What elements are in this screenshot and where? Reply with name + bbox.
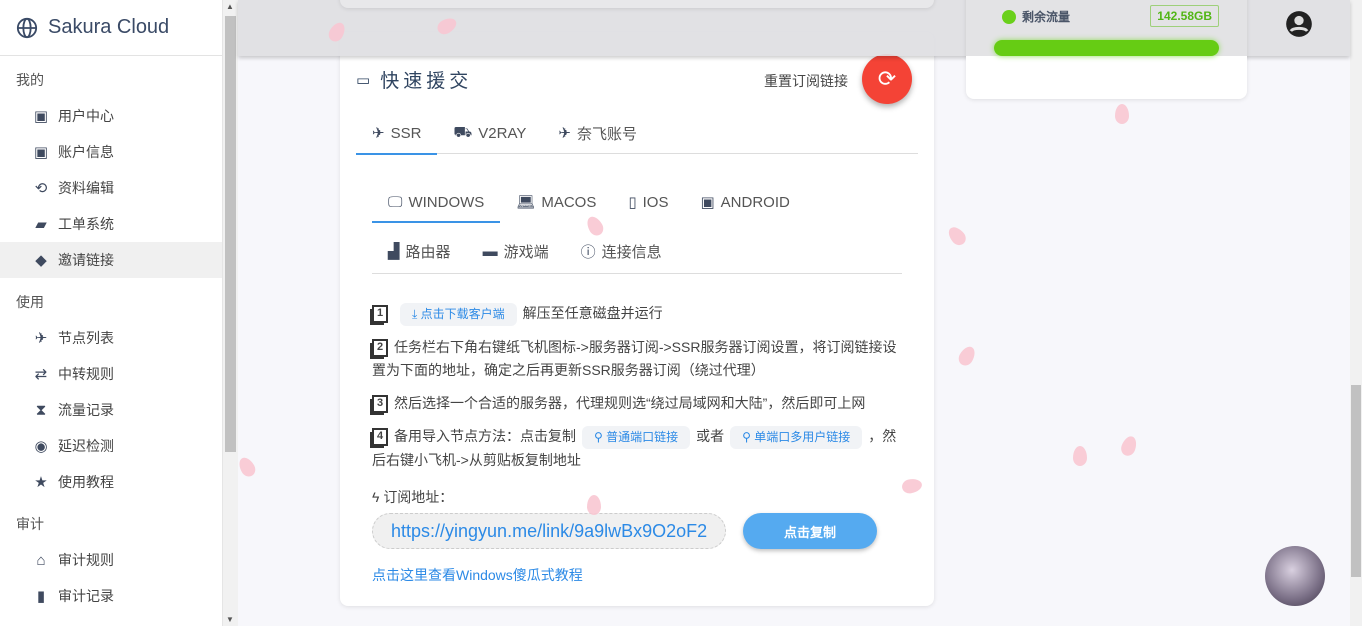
subscription-url-field[interactable]: https://yingyun.me/link/9a9lwBx9O2oF2 [372,513,726,549]
avatar[interactable] [1265,546,1325,606]
traffic-progress [994,40,1219,56]
sidebar-item-label: 使用教程 [58,474,114,490]
sidebar-item[interactable]: ⧗ 流量记录 [0,392,222,428]
wallet-icon: ▣ [33,108,49,125]
card-title: ▭ 快速援交 [356,71,473,92]
tag-icon: ◆ [35,252,47,269]
gamepad-icon: ▬ [482,242,498,260]
petal-decoration [945,223,969,249]
sidebar-item[interactable]: ⌂ 审计规则 [0,542,222,578]
info-icon: ⓘ [580,243,596,261]
reset-subscription-button[interactable]: ⟳ [862,54,912,104]
quick-start-card: ▭ 快速援交 重置订阅链接 ⟳ ✈ SSR ⛟ V2RAY ✈ 奈飞账号 🖵 WINDOW… [340,32,934,606]
sidebar-item[interactable]: ★ 使用教程 [0,464,222,500]
tab-windows[interactable]: 🖵 WINDOWS [372,182,501,223]
traffic-label: 剩余流量 [1022,10,1071,24]
step-1: 1 ⤓ 点击下载客户端 解压至任意磁盘并运行 [372,302,902,326]
forum-icon: ▰ [35,216,47,233]
sidebar-section-title: 使用 [16,294,44,310]
tab-netflix[interactable]: ✈ 奈飞账号 [542,112,653,154]
sidebar-item-label: 工单系统 [58,216,114,232]
traffic-card: 剩余流量 142.58GB [966,0,1247,99]
sidebar-section-title: 我的 [16,72,44,88]
sidebar-item[interactable]: ⟲ 资料编辑 [0,170,222,206]
copy-single-port-link-button[interactable]: ⚲ 单端口多用户链接 [730,426,863,449]
airplane-icon: ✈ [372,125,385,142]
tab-macos[interactable]: 💻︎ MACOS [500,182,612,222]
phone-icon: ▯ [628,194,637,211]
hourglass-icon: ⧗ [35,401,47,419]
tab-router[interactable]: ▟ 路由器 [372,230,467,272]
eye-icon: ◉ [34,438,48,455]
sidebar-item-label: 审计规则 [58,552,114,568]
star-icon: ★ [34,474,48,491]
sidebar-item[interactable]: ◉ 延迟检测 [0,428,222,464]
sidebar-item-label: 流量记录 [58,402,114,418]
petal-decoration [1073,446,1087,466]
flight-takeoff-icon: ✈ [558,125,571,142]
account-box-icon: ▣ [33,144,49,161]
brand[interactable]: Sakura Cloud [0,0,222,56]
windows-tutorial-link[interactable]: 点击这里查看Windows傻瓜式教程 [372,564,902,587]
devices-icon: ▭ [356,71,375,89]
tab-v2ray[interactable]: ⛟ V2RAY [437,112,542,154]
download-icon: ⤓ [412,307,421,321]
sidebar-item[interactable]: ▰ 工单系统 [0,206,222,242]
subscription-label: ϟ 订阅地址： [372,489,454,505]
sidebar-item[interactable]: ⇄ 中转规则 [0,356,222,392]
sidebar-item[interactable]: ◆ 邀请链接 [0,242,222,278]
tab-ssr[interactable]: ✈ SSR [356,112,438,155]
sidebar-item[interactable]: ▮ 审计记录 [0,578,222,614]
sidebar-section-title: 审计 [16,516,44,532]
step-3: 3 然后选择一个合适的服务器，代理规则选“绕过局域网和大陆”，然后即可上网 [372,392,902,415]
copy-subscription-button[interactable]: 点击复制 [743,513,877,549]
sidebar-item-label: 用户中心 [58,108,114,124]
sidebar-item-label: 审计记录 [58,588,114,604]
sync-icon: ⟲ [34,180,48,197]
status-dot-icon [1002,9,1016,24]
android-icon: ▣ [700,194,715,211]
transfer-icon: ⇄ [34,366,48,383]
sidebar-item-label: 邀请链接 [58,252,114,268]
sidebar-item-label: 账户信息 [58,144,114,160]
copy-normal-link-button[interactable]: ⚲ 普通端口链接 [582,426,691,449]
petal-decoration [235,454,259,480]
petal-decoration [587,495,601,515]
page-scrollbar[interactable] [1350,0,1362,626]
clipboard-icon: ▮ [36,588,46,605]
traffic-value: 142.58GB [1150,5,1219,27]
sidebar-item[interactable]: ✈ 节点列表 [0,320,222,356]
flash-icon: ϟ [372,489,384,505]
sidebar: Sakura Cloud 我的 ▣ 用户中心 ▣ 账户信息 ⟲ 资料编辑 ▰ 工单系统 ◆ 邀请链接… [0,0,223,626]
tab-android[interactable]: ▣ ANDROID [684,182,805,222]
airplane-icon: ✈ [34,330,48,347]
previous-card [340,0,934,8]
step-4: 4 备用导入节点方法：点击复制 ⚲ 普通端口链接 或者 ⚲ 单端口多用户链接 ，然后右键小… [372,426,897,468]
sidebar-item-label: 资料编辑 [58,180,114,196]
monitor-icon: 🖵 [388,193,403,211]
globe-icon [16,17,38,38]
tab-game[interactable]: ▬ 游戏端 [467,230,565,272]
laptop-icon: 💻︎ [516,194,536,211]
tab-connection-info[interactable]: ⓘ 连接信息 [565,230,678,272]
sidebar-item-label: 节点列表 [58,330,114,346]
step-2: 2 任务栏右下角右键纸飞机图标->服务器订阅->SSR服务器订阅设置，将订阅链接设… [372,339,897,378]
flight-land-icon: ⛟ [453,123,473,141]
bank-icon: ⌂ [36,551,46,569]
petal-decoration [955,343,979,369]
sidebar-scrollbar[interactable]: ▲ ▼ [223,0,238,626]
petal-decoration [1119,434,1139,458]
router-icon: ▟ [388,243,400,260]
sidebar-item[interactable]: ▣ 账户信息 [0,134,222,170]
sidebar-item[interactable]: ▣ 用户中心 [0,98,222,134]
sidebar-item-label: 中转规则 [58,366,114,382]
brand-name: Sakura Cloud [48,16,170,38]
download-client-button[interactable]: ⤓ 点击下载客户端 [400,303,517,326]
account-icon[interactable] [1285,10,1313,43]
tab-ios[interactable]: ▯ IOS [612,182,684,222]
sidebar-item-label: 延迟检测 [58,438,114,454]
petal-decoration [1115,104,1129,124]
reset-label: 重置订阅链接 [764,73,848,89]
refresh-icon: ⟳ [877,66,897,91]
